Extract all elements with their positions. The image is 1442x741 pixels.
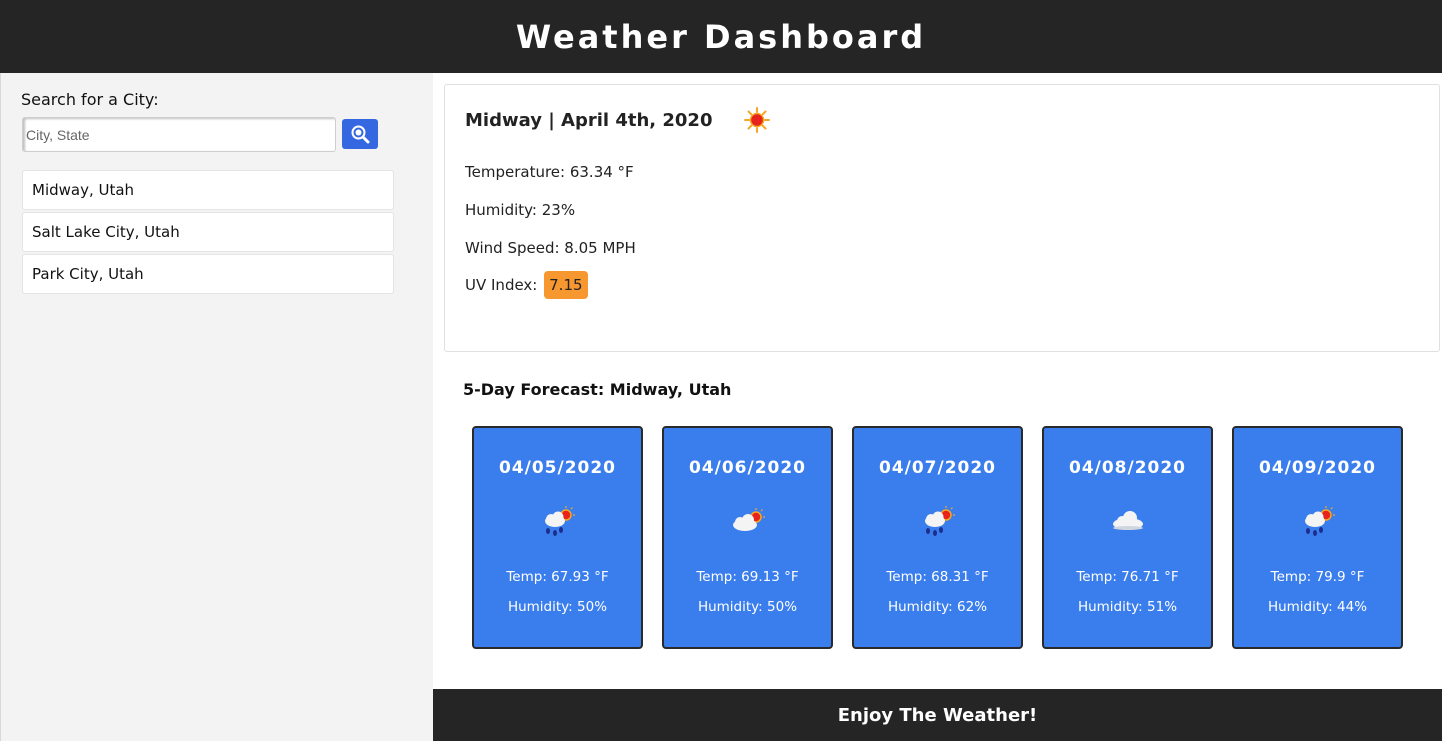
rain-sun-icon [1304, 506, 1335, 536]
forecast-date: 04/08/2020 [1068, 458, 1187, 478]
forecast-humidity: Humidity: 62% [887, 599, 988, 615]
forecast-humidity: Humidity: 44% [1267, 599, 1368, 615]
search-button[interactable] [342, 119, 378, 149]
cloud-icon [1112, 511, 1143, 530]
uv-index-label: UV Index: [465, 276, 538, 294]
sun-icon [744, 107, 771, 133]
footer: Enjoy The Weather! [433, 689, 1442, 741]
forecast-humidity: Humidity: 50% [507, 599, 608, 615]
current-weather-panel: Midway | April 4th, 2020 Temperature: 63… [444, 84, 1440, 352]
forecast-temp: Temp: 79.9 °F [1270, 569, 1365, 585]
search-input[interactable] [22, 117, 336, 152]
uv-index-badge: 7.15 [544, 271, 588, 299]
app: Weather Dashboard Search for a City: Mid… [0, 0, 1442, 741]
current-title: Midway | April 4th, 2020 [465, 109, 713, 131]
forecast-card: 04/07/2020 Temp: 68.31 °F Humidity: 62% [852, 426, 1023, 649]
forecast-humidity: Humidity: 51% [1077, 599, 1178, 615]
forecast-title: 5-Day Forecast: Midway, Utah [463, 380, 732, 399]
forecast-temp: Temp: 76.71 °F [1076, 569, 1179, 585]
sidebar: Search for a City: Midway, Utah Salt Lak… [0, 73, 433, 741]
history-item[interactable]: Park City, Utah [22, 254, 394, 294]
cloud-sun-icon [732, 508, 765, 531]
forecast-date: 04/05/2020 [498, 458, 617, 478]
temperature-text: Temperature: 63.34 °F [465, 163, 634, 181]
forecast-card: 04/06/2020 Temp: 69.13 °F Humidity: 50% [662, 426, 833, 649]
forecast-temp: Temp: 68.31 °F [886, 569, 989, 585]
rain-sun-icon [924, 506, 955, 536]
wind-speed-text: Wind Speed: 8.05 MPH [465, 239, 636, 257]
forecast-card: 04/09/2020 Temp: 79.9 °F Humidity: 44% [1232, 426, 1403, 649]
forecast-card: 04/05/2020 Temp: 67.93 °F Humidity: 50% [472, 426, 643, 649]
history-item[interactable]: Salt Lake City, Utah [22, 212, 394, 252]
footer-text: Enjoy The Weather! [837, 704, 1038, 726]
page-title: Weather Dashboard [515, 17, 927, 56]
humidity-text: Humidity: 23% [465, 201, 576, 219]
forecast-card: 04/08/2020 Temp: 76.71 °F Humidity: 51% [1042, 426, 1213, 649]
uv-index-row: UV Index: 7.15 [465, 271, 588, 299]
forecast-temp: Temp: 67.93 °F [506, 569, 609, 585]
header: Weather Dashboard [0, 0, 1442, 73]
current-title-row: Midway | April 4th, 2020 [465, 107, 771, 133]
rain-sun-icon [544, 506, 575, 536]
forecast-temp: Temp: 69.13 °F [696, 569, 799, 585]
forecast-date: 04/06/2020 [688, 458, 807, 478]
forecast-date: 04/07/2020 [878, 458, 997, 478]
history-item[interactable]: Midway, Utah [22, 170, 394, 210]
forecast-humidity: Humidity: 50% [697, 599, 798, 615]
search-label: Search for a City: [21, 90, 159, 109]
search-history: Midway, Utah Salt Lake City, Utah Park C… [22, 170, 394, 296]
forecast-date: 04/09/2020 [1258, 458, 1377, 478]
search-icon [351, 125, 370, 144]
